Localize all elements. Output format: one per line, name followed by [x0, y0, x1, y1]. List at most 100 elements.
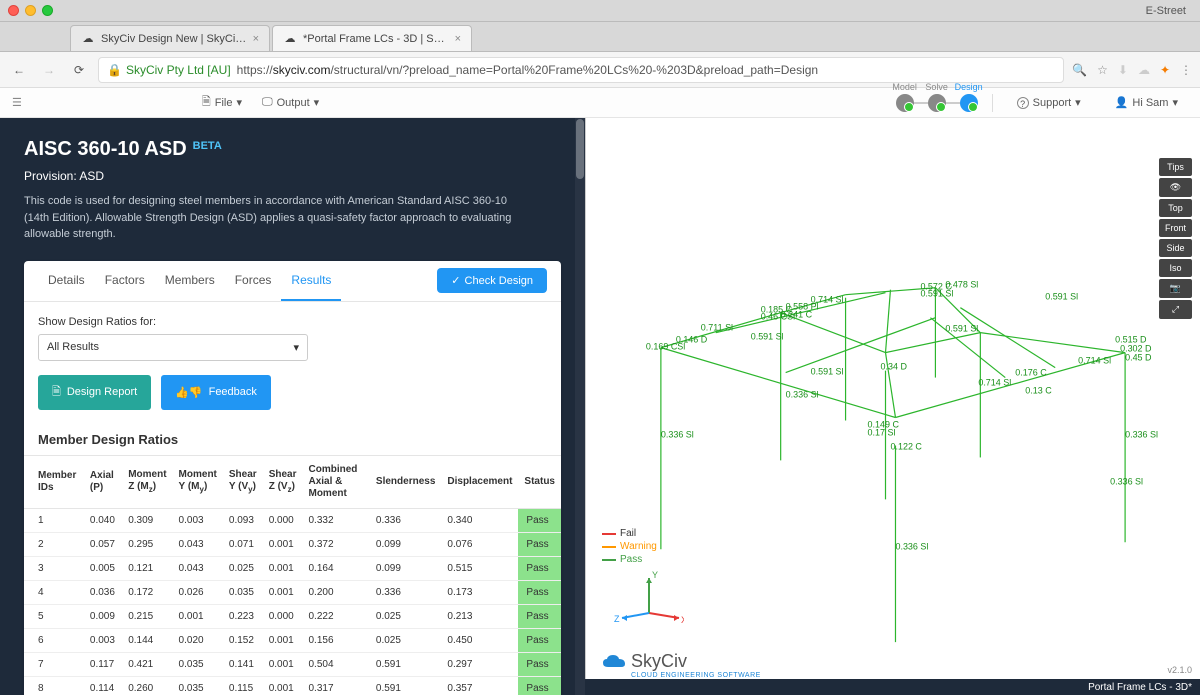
browser-tab-strip: ☁ SkyCiv Design New | SkyCiv C × ☁ *Port…	[0, 22, 1200, 52]
tab-factors[interactable]: Factors	[95, 261, 155, 301]
close-icon[interactable]: ×	[455, 33, 461, 45]
table-row[interactable]: 20.0570.2950.0430.0710.0010.3720.0990.07…	[24, 532, 561, 556]
reload-button[interactable]: ⟳	[68, 59, 90, 81]
back-button[interactable]: ←	[8, 59, 30, 81]
tips-button[interactable]: Tips	[1159, 158, 1192, 176]
table-row[interactable]: 30.0050.1210.0430.0250.0010.1640.0990.51…	[24, 556, 561, 580]
scrollbar[interactable]	[575, 118, 585, 695]
design-report-button[interactable]: 🗎 Design Report	[38, 375, 151, 410]
view-iso-button[interactable]: Iso	[1159, 259, 1192, 277]
check-icon	[936, 102, 946, 112]
check-design-button[interactable]: ✓ Check Design	[437, 268, 547, 293]
viewport-3d[interactable]: Tips 👁 Top Front Side Iso 📷 ⤢	[585, 118, 1200, 695]
status-badge: Pass	[518, 532, 561, 556]
file-icon: 🗎	[202, 93, 211, 112]
search-icon[interactable]: 🔍	[1072, 63, 1087, 77]
design-ratios-table: Member IDs Axial (P) MomentZ (Mz) Moment…	[24, 455, 561, 695]
beam-label: 0.478 Sl	[945, 280, 978, 290]
cloud-icon	[601, 652, 627, 672]
beam-label: 0.714 Sl	[1078, 356, 1111, 366]
window-max-icon[interactable]	[42, 5, 53, 16]
ext-icon[interactable]: ✦	[1160, 63, 1170, 77]
beam-label: 0.714 Sl	[978, 378, 1011, 388]
table-row[interactable]: 40.0360.1720.0260.0350.0010.2000.3360.17…	[24, 580, 561, 604]
visibility-button[interactable]: 👁	[1159, 178, 1192, 197]
menu-icon[interactable]: ⋮	[1180, 63, 1192, 77]
beam-label: 0.336 Sl	[786, 390, 819, 400]
legend: Fail Warning Pass	[602, 528, 657, 567]
beam-label: 0.591 Sl	[1045, 292, 1078, 302]
col-status: Status	[518, 455, 561, 508]
window-titlebar: E-Street	[0, 0, 1200, 22]
browser-tab[interactable]: ☁ SkyCiv Design New | SkyCiv C ×	[70, 25, 270, 51]
beam-label: 0.17 Sl	[868, 427, 896, 437]
window-min-icon[interactable]	[25, 5, 36, 16]
download-icon[interactable]: ⬇	[1118, 63, 1128, 77]
beam-label: 0.591 Sl	[751, 332, 784, 342]
tab-details[interactable]: Details	[38, 261, 95, 301]
step-model[interactable]: Model	[896, 94, 914, 112]
ext-icon[interactable]: ☁	[1138, 63, 1150, 77]
status-badge: Pass	[518, 628, 561, 652]
feedback-button[interactable]: 👍👎 Feedback	[161, 375, 271, 410]
monitor-icon: 🖵	[262, 96, 273, 109]
camera-button[interactable]: 📷	[1159, 279, 1192, 298]
chevron-down-icon: ▾	[314, 96, 320, 109]
beam-label: 0.176 C	[1015, 368, 1047, 378]
chevron-down-icon: ▾	[236, 96, 242, 109]
filter-select[interactable]: All Results ▾	[38, 334, 308, 361]
col-vz: ShearZ (Vz)	[263, 455, 303, 508]
table-title: Member Design Ratios	[24, 424, 561, 455]
table-row[interactable]: 10.0400.3090.0030.0930.0000.3320.3360.34…	[24, 508, 561, 532]
table-row[interactable]: 50.0090.2150.0010.2230.0000.2220.0250.21…	[24, 604, 561, 628]
support-menu[interactable]: ? Support ▾	[1007, 96, 1091, 109]
close-icon[interactable]: ×	[253, 33, 259, 45]
legend-pass: Pass	[620, 554, 642, 565]
view-side-button[interactable]: Side	[1159, 239, 1192, 257]
hamburger-icon[interactable]: ☰	[12, 96, 22, 109]
fullscreen-button[interactable]: ⤢	[1159, 300, 1192, 319]
user-menu[interactable]: 👤 Hi Sam ▾	[1105, 96, 1188, 109]
chevron-down-icon: ▾	[1172, 96, 1178, 109]
table-row[interactable]: 60.0030.1440.0200.1520.0010.1560.0250.45…	[24, 628, 561, 652]
forward-button: →	[38, 59, 60, 81]
beam-label: 0.241 C	[781, 310, 813, 320]
view-front-button[interactable]: Front	[1159, 219, 1192, 237]
tab-forces[interactable]: Forces	[225, 261, 282, 301]
col-slender: Slenderness	[370, 455, 441, 508]
col-disp: Displacement	[441, 455, 518, 508]
url-field[interactable]: 🔒 SkyCiv Pty Ltd [AU] https://skyciv.com…	[98, 57, 1064, 83]
design-tabs: Details Factors Members Forces Results ✓…	[24, 261, 561, 302]
address-bar: ← → ⟳ 🔒 SkyCiv Pty Ltd [AU] https://skyc…	[0, 52, 1200, 88]
step-design[interactable]: Design	[960, 94, 978, 112]
version-label: v2.1.0	[1167, 665, 1192, 675]
col-vy: ShearY (Vy)	[223, 455, 263, 508]
status-badge: Pass	[518, 604, 561, 628]
legend-warning: Warning	[620, 541, 657, 552]
viewport-toolbar: Tips 👁 Top Front Side Iso 📷 ⤢	[1159, 158, 1192, 319]
star-icon[interactable]: ☆	[1097, 63, 1108, 77]
tab-results[interactable]: Results	[281, 261, 341, 301]
document-icon: 🗎	[52, 383, 61, 402]
col-comb: Combined Axial & Moment	[302, 455, 369, 508]
beam-label: 0.336 Sl	[661, 429, 694, 439]
file-menu[interactable]: 🗎 File ▾	[192, 93, 252, 112]
browser-tab[interactable]: ☁ *Portal Frame LCs - 3D | SkyC ×	[272, 25, 472, 51]
design-code-title: AISC 360-10 ASD BETA	[24, 138, 561, 161]
tab-members[interactable]: Members	[155, 261, 225, 301]
status-bar: Portal Frame LCs - 3D*	[585, 679, 1200, 695]
step-solve[interactable]: Solve	[928, 94, 946, 112]
beam-label: 0.336 Sl	[1125, 429, 1158, 439]
output-menu[interactable]: 🖵 Output ▾	[252, 96, 329, 109]
window-close-icon[interactable]	[8, 5, 19, 16]
view-top-button[interactable]: Top	[1159, 199, 1192, 217]
status-badge: Pass	[518, 556, 561, 580]
beam-label: 0.591 Sl	[945, 324, 978, 334]
table-row[interactable]: 80.1140.2600.0350.1150.0010.3170.5910.35…	[24, 676, 561, 695]
design-panel: AISC 360-10 ASD BETA Provision: ASD This…	[0, 118, 585, 695]
table-row[interactable]: 70.1170.4210.0350.1410.0010.5040.5910.29…	[24, 652, 561, 676]
thumbs-icon: 👍👎	[175, 386, 202, 399]
beam-label: 0.591 Sl	[920, 289, 953, 299]
col-mz: MomentZ (Mz)	[122, 455, 172, 508]
check-icon	[968, 102, 978, 112]
